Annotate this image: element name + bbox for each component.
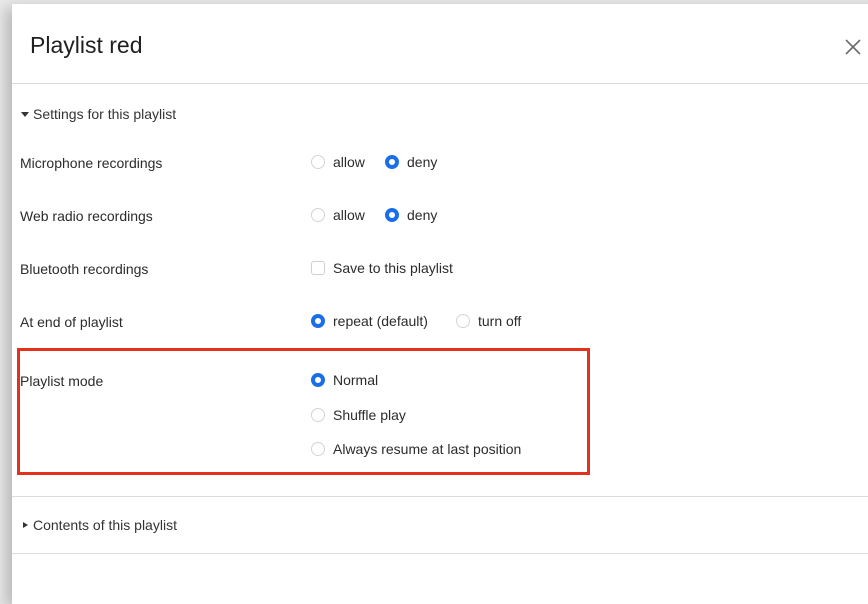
radio-off-icon	[311, 208, 325, 222]
bluetooth-save-label: Save to this playlist	[333, 260, 453, 276]
microphone-deny-radio[interactable]: deny	[385, 154, 437, 170]
dialog-title: Playlist red	[30, 32, 143, 58]
footer-divider	[12, 553, 868, 554]
close-button[interactable]	[842, 36, 864, 58]
radio-on-icon	[385, 155, 399, 169]
microphone-allow-radio[interactable]: allow	[311, 154, 365, 170]
end-of-playlist-label: At end of playlist	[20, 314, 123, 330]
end-repeat-radio[interactable]: repeat (default)	[311, 313, 428, 329]
web-radio-deny-label: deny	[407, 207, 438, 223]
playlist-dialog: Playlist red Settings for this playlist …	[12, 4, 868, 604]
contents-section-label: Contents of this playlist	[33, 517, 177, 533]
web-radio-recordings-label: Web radio recordings	[20, 208, 153, 224]
caret-down-icon	[21, 112, 29, 117]
radio-on-icon	[385, 208, 399, 222]
header-divider	[12, 83, 868, 84]
playlist-mode-highlight	[17, 348, 590, 475]
caret-right-icon	[23, 522, 28, 528]
contents-section-toggle[interactable]: Contents of this playlist	[20, 517, 177, 533]
close-icon	[845, 39, 861, 55]
radio-on-icon	[311, 314, 325, 328]
checkbox-unchecked-icon	[311, 261, 325, 275]
end-turn-off-label: turn off	[478, 313, 522, 329]
bluetooth-recordings-label: Bluetooth recordings	[20, 261, 149, 277]
microphone-deny-label: deny	[407, 154, 438, 170]
end-repeat-label: repeat (default)	[333, 313, 428, 329]
radio-off-icon	[456, 314, 470, 328]
section-divider	[12, 496, 868, 497]
web-radio-allow-radio[interactable]: allow	[311, 207, 365, 223]
radio-off-icon	[311, 155, 325, 169]
microphone-allow-label: allow	[333, 154, 365, 170]
web-radio-allow-label: allow	[333, 207, 365, 223]
settings-section-toggle[interactable]: Settings for this playlist	[20, 106, 176, 122]
web-radio-deny-radio[interactable]: deny	[385, 207, 437, 223]
settings-section-label: Settings for this playlist	[33, 106, 177, 122]
bluetooth-save-checkbox[interactable]: Save to this playlist	[311, 260, 453, 276]
end-turn-off-radio[interactable]: turn off	[456, 313, 521, 329]
microphone-recordings-label: Microphone recordings	[20, 155, 163, 171]
